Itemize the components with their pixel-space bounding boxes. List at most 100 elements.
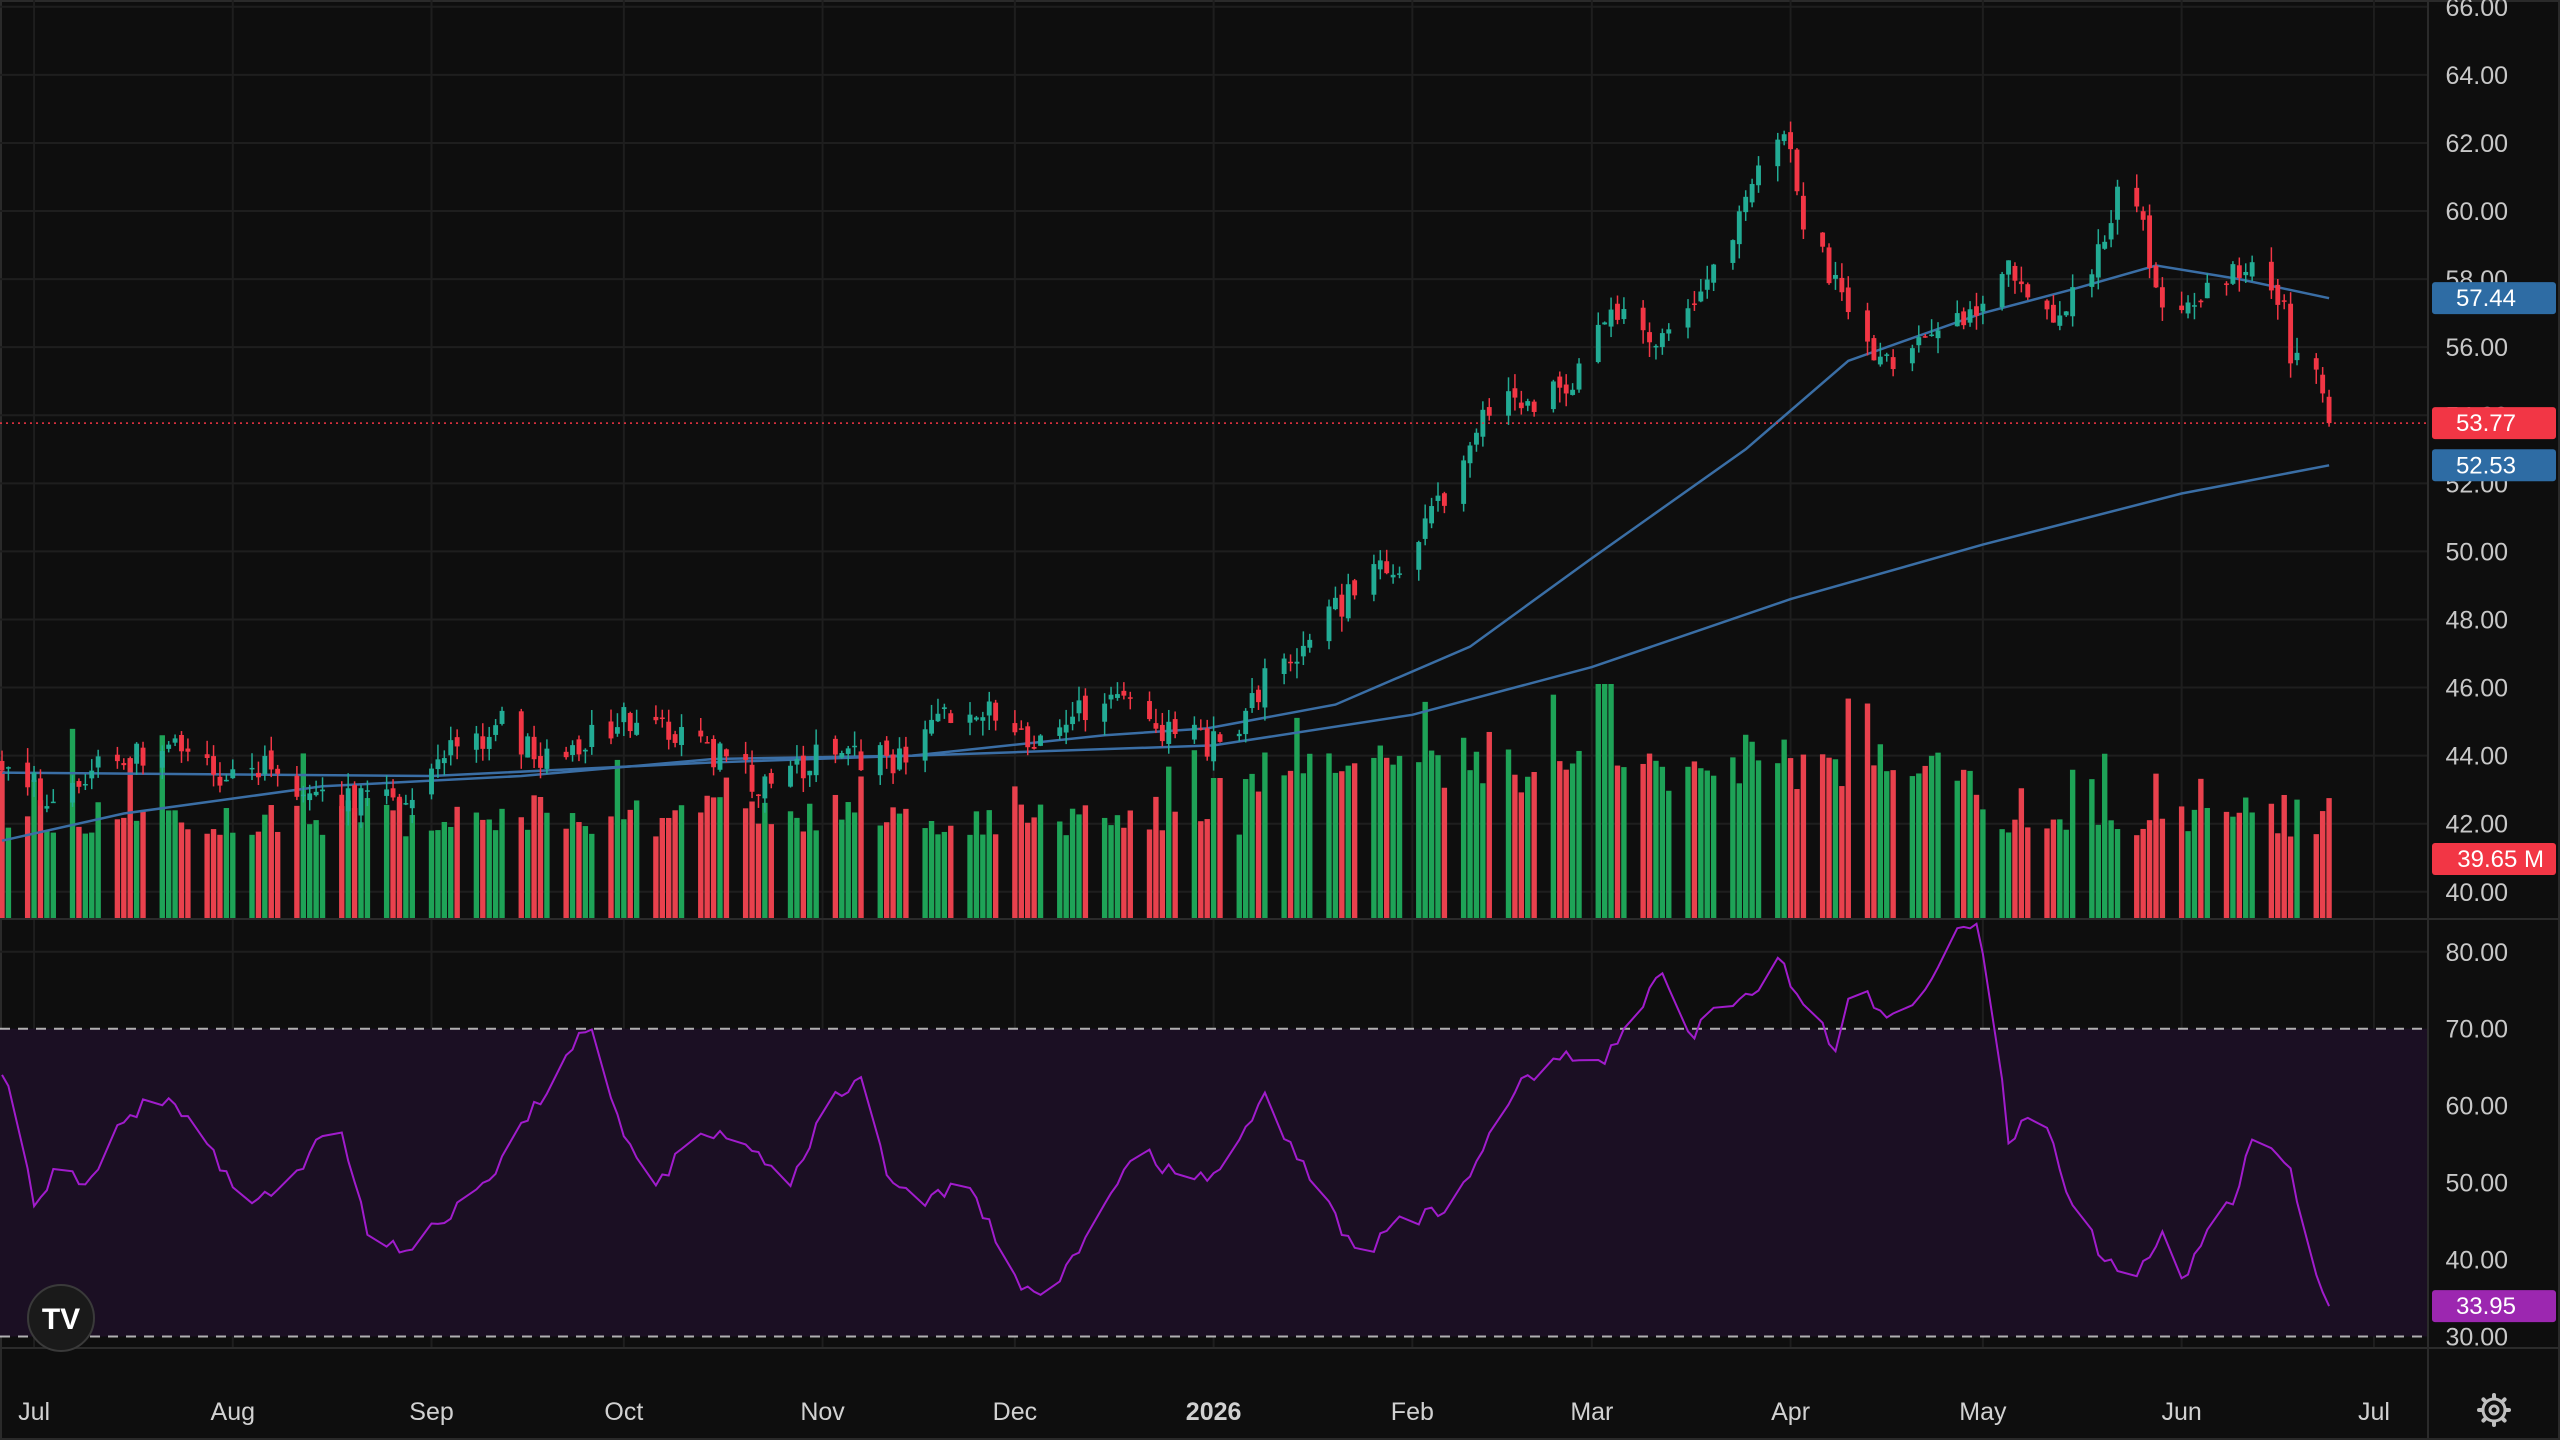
volume-bar (633, 800, 640, 919)
volume-bar (1685, 766, 1691, 919)
volume-bar (2319, 811, 2326, 919)
candle-body (1416, 542, 1422, 570)
volume-bar (383, 804, 390, 919)
volume-bar (973, 811, 980, 919)
volume-bar (1332, 772, 1339, 919)
volume-bar (980, 834, 986, 919)
volume-bar (1037, 804, 1044, 919)
candle-body (2294, 352, 2300, 361)
volume-bar (1512, 774, 1518, 919)
candle-body (1826, 247, 1832, 284)
volume-bar (480, 819, 486, 919)
candle-body (1397, 573, 1402, 575)
candle-body (1377, 560, 1383, 570)
volume-bar (1108, 825, 1114, 919)
tradingview-logo-icon[interactable]: TV (27, 1284, 95, 1352)
volume-bar (1460, 737, 1467, 919)
candle-body (352, 785, 358, 813)
volume-bar (608, 816, 614, 919)
candle-body (1935, 330, 1941, 339)
volume-bar (1621, 767, 1627, 919)
candle-body (2275, 284, 2281, 305)
volume-bar (223, 808, 230, 919)
y-tick-label: 62.00 (2445, 130, 2508, 158)
volume-bar (2134, 835, 2140, 919)
candle-body (364, 790, 370, 792)
last-price-badge: 53.77 (2432, 407, 2556, 440)
candle-body (2140, 211, 2146, 220)
volume-bar (678, 805, 685, 919)
volume-bar (1076, 814, 1082, 919)
volume-bar (499, 808, 505, 919)
volume-bar (992, 834, 999, 919)
candle-body (1243, 710, 1249, 735)
candle-body (1980, 303, 1986, 312)
volume-bar (832, 794, 839, 919)
stock-chart[interactable]: 40.0042.0044.0046.0048.0050.0052.0054.00… (0, 0, 2560, 1440)
candle-body (166, 744, 172, 749)
volume-bar (339, 806, 345, 919)
candle-body (82, 783, 88, 786)
x-tick-label: Mar (1570, 1398, 1613, 1426)
volume-bar (1980, 809, 1986, 919)
volume-bar (903, 808, 909, 919)
candle-body (1518, 402, 1524, 409)
candle-body (666, 721, 672, 740)
volume-bar (2108, 820, 2114, 919)
y-tick-label: 50.00 (2445, 538, 2508, 566)
candle-body (140, 747, 146, 766)
candle-body (2281, 300, 2287, 302)
candle-body (2204, 282, 2210, 299)
volume-bar (1775, 763, 1781, 919)
candle-body (2070, 287, 2076, 317)
candle-body (1429, 506, 1435, 524)
candle-body (339, 794, 345, 809)
volume-bar (1294, 717, 1300, 919)
candle-body (409, 799, 415, 809)
volume-bar (807, 803, 813, 919)
candle-body (1961, 311, 1967, 326)
candle-body (627, 712, 633, 732)
candle-body (2089, 274, 2095, 287)
volume-bar (50, 832, 56, 919)
candle-body (890, 754, 896, 774)
volume-bar (1800, 754, 1807, 919)
candle-body (358, 788, 364, 816)
volume-bar (409, 815, 415, 919)
volume-badge: 39.65 M (2432, 843, 2556, 875)
volume-bar (217, 834, 223, 919)
candle-body (1602, 322, 1608, 325)
candle-body (608, 721, 614, 739)
volume-bar (473, 812, 480, 919)
candle-body (2249, 262, 2255, 277)
volume-bar (2287, 836, 2294, 919)
candle-body (743, 754, 749, 760)
candle-body (704, 742, 710, 744)
volume-bar (1339, 771, 1345, 919)
volume-bar (358, 822, 364, 919)
volume-bar (1550, 694, 1557, 919)
candle-body (448, 740, 454, 756)
svg-text:53.77: 53.77 (2456, 410, 2516, 437)
candle-body (1070, 716, 1076, 725)
x-tick-label: Jul (18, 1398, 50, 1426)
candle-body (2230, 264, 2236, 284)
candle-body (1595, 324, 1601, 363)
volume-bar (1172, 811, 1178, 919)
volume-bar (858, 776, 864, 919)
volume-bar (1166, 766, 1172, 919)
rsi-tick-label: 50.00 (2445, 1170, 2508, 1198)
volume-bar (1204, 819, 1210, 919)
volume-bar (1217, 778, 1223, 919)
candle-body (858, 751, 864, 771)
volume-bar (621, 819, 627, 919)
volume-bar (1281, 775, 1287, 919)
candle-body (1922, 336, 1928, 338)
candle-body (589, 724, 595, 747)
volume-bar (2005, 832, 2012, 919)
candle-body (31, 772, 37, 782)
volume-bar (1877, 744, 1884, 919)
candle-body (204, 754, 210, 758)
volume-bar (1422, 701, 1428, 919)
candle-body (1916, 337, 1922, 346)
